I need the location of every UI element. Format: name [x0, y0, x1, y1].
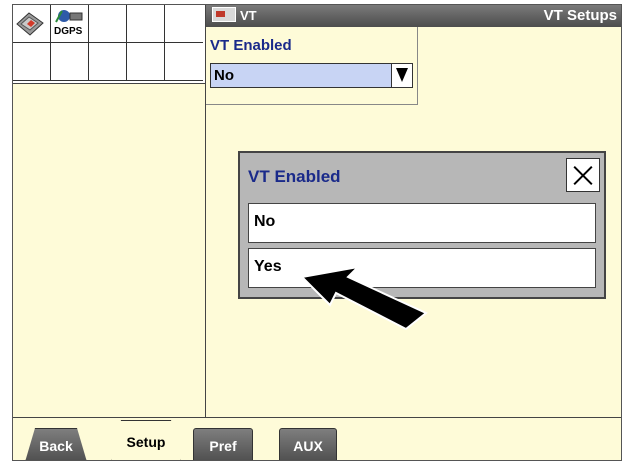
- shortcut-slot-7[interactable]: [51, 43, 89, 81]
- popup-title: VT Enabled: [248, 167, 341, 186]
- satellite-icon: [55, 10, 83, 23]
- pointer-arrow-icon: [299, 265, 428, 331]
- tab-aux[interactable]: AUX: [279, 428, 337, 460]
- shortcut-slot-10[interactable]: [165, 43, 203, 81]
- vt-enabled-dropdown[interactable]: No: [210, 63, 413, 88]
- shortcut-slot-8[interactable]: [89, 43, 127, 81]
- vt-enabled-setting: VT Enabled No: [206, 27, 418, 105]
- close-icon[interactable]: [566, 158, 600, 192]
- dropdown-value: No: [214, 67, 234, 84]
- setting-label: VT Enabled: [210, 37, 292, 54]
- display-screen: DGPS VT VT Setups VT Enabled No VT Enabl…: [12, 4, 622, 461]
- diamond-tool-icon: [16, 12, 44, 36]
- tab-back[interactable]: Back: [25, 428, 87, 460]
- tab-pref[interactable]: Pref: [193, 428, 253, 460]
- shortcut-grid: DGPS: [13, 5, 206, 84]
- shortcut-dgps[interactable]: DGPS: [51, 5, 89, 43]
- shortcut-tool-icon[interactable]: [13, 5, 51, 43]
- tab-setup[interactable]: Setup: [111, 420, 181, 460]
- shortcut-slot-4[interactable]: [127, 5, 165, 43]
- header-tag: VT: [212, 7, 257, 23]
- vt-icon: [212, 7, 236, 22]
- shortcut-slot-3[interactable]: [89, 5, 127, 43]
- shortcut-slot-6[interactable]: [13, 43, 51, 81]
- page-title: VT Setups: [543, 7, 617, 24]
- header-tag-label: VT: [240, 8, 257, 23]
- chevron-down-icon[interactable]: [391, 64, 412, 87]
- shortcut-slot-9[interactable]: [127, 43, 165, 81]
- shortcut-slot-5[interactable]: [165, 5, 203, 43]
- dgps-label: DGPS: [54, 26, 83, 37]
- option-no[interactable]: No: [248, 203, 596, 243]
- header-bar: VT VT Setups: [206, 5, 621, 27]
- bottom-tab-bar: Back Setup Pref AUX: [13, 417, 621, 460]
